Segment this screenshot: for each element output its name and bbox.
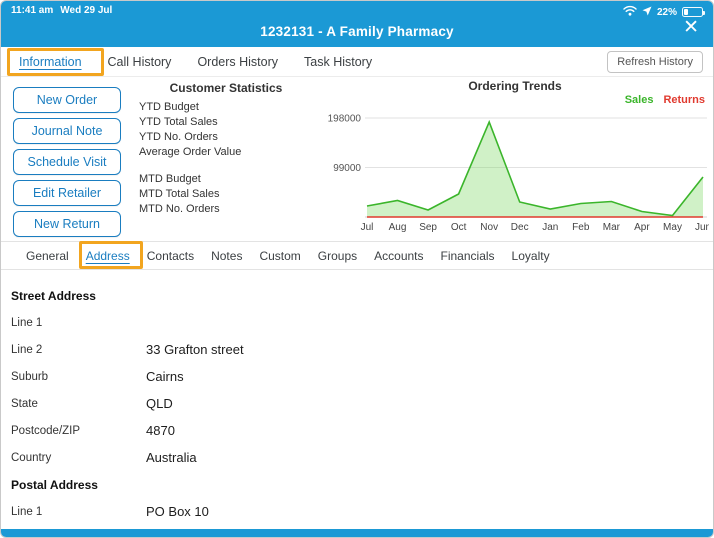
history-tab-bar: Information Call History Orders History … bbox=[1, 47, 713, 77]
wifi-icon bbox=[623, 5, 637, 19]
stat-ytd-no-orders: YTD No. Orders bbox=[139, 131, 218, 143]
field-value-line2[interactable]: 33 Grafton street bbox=[146, 342, 244, 357]
refresh-history-button[interactable]: Refresh History bbox=[607, 50, 703, 73]
subtab-notes[interactable]: Notes bbox=[211, 249, 242, 263]
customer-statistics-title: Customer Statistics bbox=[169, 81, 283, 95]
svg-text:Feb: Feb bbox=[572, 222, 590, 233]
stat-ytd-total-sales: YTD Total Sales bbox=[139, 116, 218, 128]
tab-information[interactable]: Information bbox=[19, 55, 82, 69]
stat-average-order-value: Average Order Value bbox=[139, 146, 242, 158]
clock: 11:41 am bbox=[11, 5, 54, 16]
close-icon[interactable]: ✕ bbox=[683, 18, 699, 37]
subtab-groups[interactable]: Groups bbox=[318, 249, 357, 263]
svg-text:198000: 198000 bbox=[328, 114, 362, 125]
location-arrow-icon bbox=[642, 6, 652, 19]
postal-address-header: Postal Address bbox=[11, 477, 98, 492]
subtab-general[interactable]: General bbox=[26, 249, 69, 263]
bottom-bar bbox=[1, 529, 713, 537]
field-value-country[interactable]: Australia bbox=[146, 450, 197, 465]
subtab-loyalty[interactable]: Loyalty bbox=[512, 249, 550, 263]
page-title: 1232131 - A Family Pharmacy bbox=[260, 24, 454, 39]
svg-text:Sep: Sep bbox=[419, 222, 437, 233]
form-row: Suburb Cairns bbox=[11, 363, 703, 390]
svg-text:99000: 99000 bbox=[333, 163, 361, 174]
field-label-line2: Line 2 bbox=[11, 343, 43, 356]
field-label-state: State bbox=[11, 397, 38, 410]
battery-percent: 22% bbox=[656, 6, 677, 18]
status-bar: 11:41 am Wed 29 Jul 22% 1232131 - A Fami… bbox=[1, 1, 713, 47]
tab-orders-history[interactable]: Orders History bbox=[197, 55, 278, 69]
journal-note-button[interactable]: Journal Note bbox=[13, 118, 121, 144]
form-row: Line 1 PO Box 10 bbox=[11, 498, 703, 525]
svg-text:Jun: Jun bbox=[695, 222, 709, 233]
subtab-address[interactable]: Address bbox=[86, 249, 130, 263]
subtab-custom[interactable]: Custom bbox=[259, 249, 300, 263]
overview-section: New Order Journal Note Schedule Visit Ed… bbox=[1, 77, 713, 241]
svg-text:Nov: Nov bbox=[480, 222, 498, 233]
form-row: Line 1 bbox=[11, 309, 703, 336]
svg-text:Dec: Dec bbox=[511, 222, 529, 233]
status-left: 11:41 am Wed 29 Jul bbox=[11, 5, 112, 16]
form-row: State QLD bbox=[11, 390, 703, 417]
field-label-line1: Line 1 bbox=[11, 316, 43, 329]
form-row: Line 2 33 Grafton street bbox=[11, 336, 703, 363]
ordering-trends-chart: Ordering Trends Sales Returns 99000 19800… bbox=[321, 79, 709, 239]
subtab-financials[interactable]: Financials bbox=[441, 249, 495, 263]
svg-text:Apr: Apr bbox=[634, 222, 650, 233]
street-address-header: Street Address bbox=[11, 288, 96, 303]
form-row: Country Australia bbox=[11, 444, 703, 471]
field-value-postal-line1[interactable]: PO Box 10 bbox=[146, 504, 209, 519]
date: Wed 29 Jul bbox=[60, 5, 113, 16]
form-row: Postcode/ZIP 4870 bbox=[11, 417, 703, 444]
ordering-trends-title: Ordering Trends bbox=[468, 79, 562, 93]
field-label-suburb: Suburb bbox=[11, 370, 49, 383]
svg-text:Mar: Mar bbox=[603, 222, 621, 233]
field-label-postal-line1: Line 1 bbox=[11, 505, 43, 518]
field-value-postcode[interactable]: 4870 bbox=[146, 423, 175, 438]
stat-ytd-budget: YTD Budget bbox=[139, 101, 199, 113]
svg-text:Jan: Jan bbox=[542, 222, 558, 233]
field-value-state[interactable]: QLD bbox=[146, 396, 173, 411]
stat-mtd-budget: MTD Budget bbox=[139, 173, 201, 185]
detail-tab-bar: General Address Contacts Notes Custom Gr… bbox=[1, 241, 713, 270]
action-button-column: New Order Journal Note Schedule Visit Ed… bbox=[13, 87, 121, 237]
subtab-contacts[interactable]: Contacts bbox=[147, 249, 194, 263]
field-label-postcode: Postcode/ZIP bbox=[11, 424, 81, 437]
edit-retailer-button[interactable]: Edit Retailer bbox=[13, 180, 121, 206]
tab-task-history[interactable]: Task History bbox=[304, 55, 372, 69]
battery-icon bbox=[682, 7, 705, 17]
customer-statistics: Customer Statistics YTD Budget YTD Total… bbox=[139, 81, 313, 217]
new-order-button[interactable]: New Order bbox=[13, 87, 121, 113]
subtab-accounts[interactable]: Accounts bbox=[374, 249, 423, 263]
svg-text:Jul: Jul bbox=[361, 222, 374, 233]
app-window: 11:41 am Wed 29 Jul 22% 1232131 - A Fami… bbox=[0, 0, 714, 538]
address-form: Street Address Line 1 Line 2 33 Grafton … bbox=[1, 270, 713, 529]
field-value-suburb[interactable]: Cairns bbox=[146, 369, 184, 384]
ordering-trends-plot: 99000 198000 Jul Aug Sep Oct Nov Dec Jan Feb Mar Ap… bbox=[328, 114, 709, 234]
svg-text:May: May bbox=[663, 222, 682, 233]
tab-call-history[interactable]: Call History bbox=[108, 55, 172, 69]
stat-mtd-total-sales: MTD Total Sales bbox=[139, 188, 220, 200]
svg-text:Oct: Oct bbox=[451, 222, 467, 233]
field-label-country: Country bbox=[11, 451, 52, 464]
schedule-visit-button[interactable]: Schedule Visit bbox=[13, 149, 121, 175]
svg-text:Aug: Aug bbox=[389, 222, 407, 233]
stat-mtd-no-orders: MTD No. Orders bbox=[139, 203, 220, 215]
new-return-button[interactable]: New Return bbox=[13, 211, 121, 237]
